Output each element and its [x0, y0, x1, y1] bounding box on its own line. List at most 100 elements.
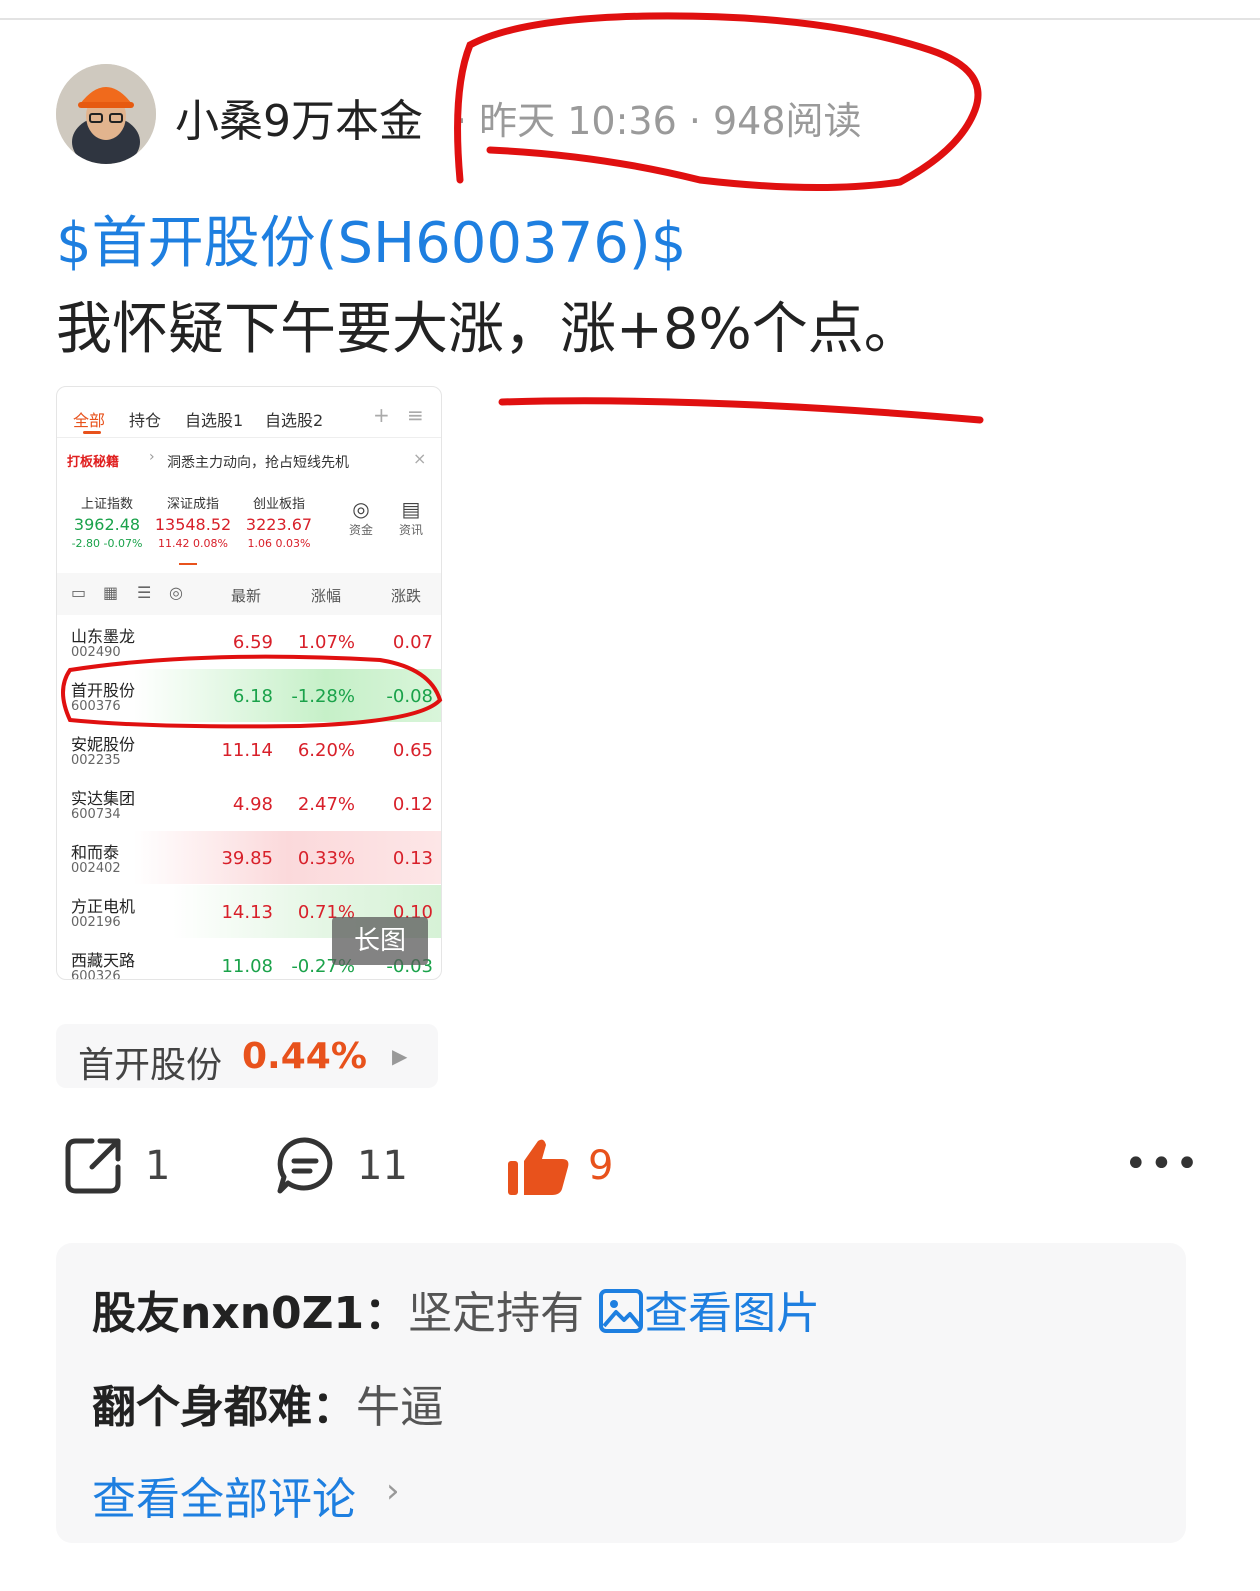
stock-pct: 6.20% [297, 740, 355, 761]
table-row: 安妮股份 002235 11.14 6.20% 0.65 [57, 723, 441, 776]
comment-icon[interactable] [274, 1135, 336, 1201]
stock-code: 600376 [71, 699, 121, 714]
stock-chg: 0.65 [392, 740, 433, 761]
stock-price: 14.13 [221, 902, 273, 923]
index-change: 1.06 0.03% [247, 537, 311, 550]
stock-price: 6.59 [232, 632, 273, 653]
stock-code: 002490 [71, 645, 121, 660]
stock-name: 西藏天路 [71, 951, 136, 970]
index-value: 3223.67 [245, 515, 313, 534]
index-sh: 上证指数 3962.48 -2.80 -0.07% [65, 493, 149, 550]
view-picture-link[interactable]: 查看图片 [598, 1288, 820, 1339]
tab-indicator [83, 431, 101, 434]
header-change: 涨跌 [391, 587, 422, 605]
table-row: 山东墨龙 002490 6.59 1.07% 0.07 [57, 615, 441, 668]
stock-quote-chip[interactable]: 首开股份 0.44% ▶ [56, 1024, 438, 1088]
stock-name: 山东墨龙 [71, 627, 136, 646]
stock-pct: 2.47% [297, 794, 355, 815]
document-icon: ▤ [401, 497, 421, 521]
share-count: 1 [145, 1143, 171, 1189]
comment-item[interactable]: 翻个身都难：牛逼 [92, 1371, 444, 1435]
stock-code: 002402 [71, 861, 121, 876]
post-image[interactable]: 全部 持仓 自选股1 自选股2 + ≡ 打板秘籍 › 洞悉主力动向，抢占短线先机… [56, 386, 442, 980]
stock-chg: -0.08 [386, 686, 433, 707]
stock-code: 002196 [71, 915, 121, 930]
stock-name: 方正电机 [71, 897, 136, 916]
chip-stock-pct: 0.44% [242, 1036, 367, 1077]
view-all-comments-link[interactable]: 查看全部评论 [92, 1463, 356, 1527]
comments-preview: 股友nxn0Z1：坚定持有 查看图片 翻个身都难：牛逼 查看全部评论 › [56, 1243, 1186, 1543]
stock-price: 11.08 [221, 956, 273, 977]
stock-pct: -1.28% [291, 686, 355, 707]
author-avatar[interactable] [56, 64, 156, 164]
chevron-right-icon: › [149, 449, 155, 465]
stock-code: 002235 [71, 753, 121, 768]
index-sz: 深证成指 13548.52 11.42 0.08% [151, 493, 235, 550]
post-meta: · 昨天 10:36 · 948阅读 [455, 99, 862, 143]
stock-price: 11.14 [221, 740, 273, 761]
stock-code: 600734 [71, 807, 121, 822]
stock-code: 600326 [71, 969, 121, 980]
stock-chg: 0.13 [392, 848, 433, 869]
card-view-icon: ▭ [71, 583, 87, 602]
like-count: 9 [588, 1143, 614, 1189]
stock-pct: 0.33% [297, 848, 355, 869]
close-icon: × [413, 449, 427, 468]
tab-watchlist-1: 自选股1 [185, 411, 244, 430]
plus-icon: + [373, 403, 390, 427]
table-row: 和而泰 002402 39.85 0.33% 0.13 [57, 831, 441, 884]
index-value: 13548.52 [154, 515, 232, 534]
long-image-badge: 长图 [332, 917, 428, 965]
grid-view-icon: ▦ [103, 583, 119, 602]
index-name: 创业板指 [252, 497, 305, 512]
table-header: ▭ ▦ ☰ ◎ 最新 涨幅 涨跌 [57, 573, 441, 615]
top-divider [0, 18, 1260, 20]
index-name: 深证成指 [166, 497, 219, 512]
tab-watchlist-2: 自选股2 [265, 411, 324, 430]
image-icon [599, 1289, 644, 1333]
post-body: 我怀疑下午要大涨，涨+8%个点。 [56, 297, 920, 362]
comment-user[interactable]: 股友nxn0Z1： [92, 1288, 408, 1339]
more-icon[interactable]: ••• [1124, 1141, 1201, 1187]
table-row: 首开股份 600376 6.18 -1.28% -0.08 [57, 669, 441, 722]
stock-chg: 0.07 [392, 632, 433, 653]
comment-text: 牛逼 [356, 1382, 444, 1433]
index-cyb: 创业板指 3223.67 1.06 0.03% [237, 493, 321, 550]
stock-name: 实达集团 [71, 789, 136, 808]
index-value: 3962.48 [73, 515, 141, 534]
funds-label: 资金 [348, 523, 373, 537]
stock-chg: 0.12 [392, 794, 433, 815]
banner-logo: 打板秘籍 [67, 455, 120, 470]
header-pct: 涨幅 [311, 587, 342, 605]
settings-icon: ◎ [169, 583, 183, 602]
watchlist-tabs: 全部 持仓 自选股1 自选股2 + ≡ [57, 387, 441, 438]
index-indicator [179, 563, 197, 565]
action-bar: 1 11 9 ••• [0, 1135, 1260, 1205]
stock-tag-link[interactable]: $首开股份(SH600376)$ [56, 198, 686, 279]
comment-item[interactable]: 股友nxn0Z1：坚定持有 查看图片 [92, 1277, 820, 1341]
tab-holdings: 持仓 [129, 411, 162, 430]
list-view-icon: ☰ [137, 583, 152, 602]
comment-user[interactable]: 翻个身都难： [92, 1382, 356, 1433]
tab-all: 全部 [73, 411, 106, 430]
stock-name: 安妮股份 [71, 735, 136, 754]
index-change: -2.80 -0.07% [71, 537, 143, 550]
table-row: 实达集团 600734 4.98 2.47% 0.12 [57, 777, 441, 830]
stock-price: 6.18 [232, 686, 273, 707]
promo-banner: 打板秘籍 › 洞悉主力动向，抢占短线先机 × [57, 439, 441, 481]
share-icon[interactable] [62, 1135, 124, 1201]
index-change: 11.42 0.08% [158, 537, 228, 550]
stock-name: 和而泰 [71, 843, 120, 862]
news-label: 资讯 [398, 523, 423, 537]
comment-count: 11 [357, 1143, 408, 1189]
header-latest: 最新 [231, 587, 262, 605]
thumbs-up-icon[interactable] [506, 1135, 570, 1201]
author-name[interactable]: 小桑9万本金 [175, 85, 423, 149]
stock-pct: 1.07% [297, 632, 355, 653]
chevron-right-icon: › [386, 1471, 400, 1511]
view-picture-label: 查看图片 [644, 1288, 821, 1339]
news-button: ▤ 资讯 [391, 497, 431, 538]
funds-icon: ◎ [352, 497, 370, 521]
index-name: 上证指数 [80, 497, 133, 512]
chip-stock-name: 首开股份 [78, 1045, 223, 1086]
